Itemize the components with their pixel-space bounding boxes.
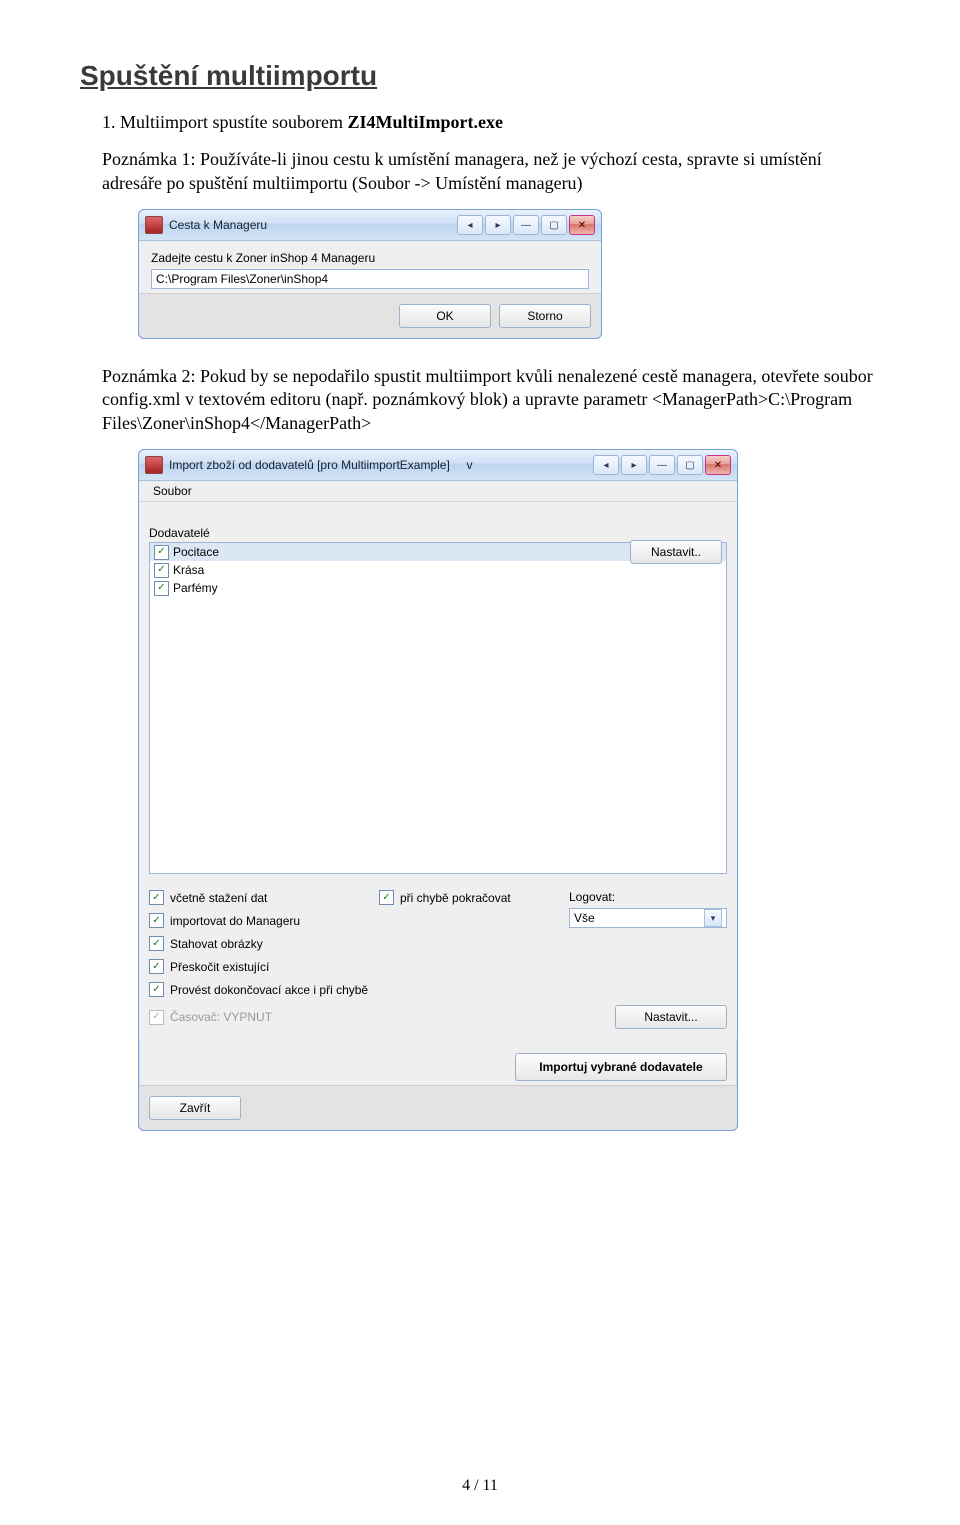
option-download-images[interactable]: Stahovat obrázky — [149, 936, 339, 951]
minimize-button[interactable]: — — [649, 455, 675, 475]
supplier-name: Parfémy — [173, 581, 722, 595]
window-title: Cesta k Manageru — [169, 218, 451, 232]
option-label: Stahovat obrázky — [170, 937, 263, 951]
dialog-import-goods: Import zboží od dodavatelů [pro Multiimp… — [138, 449, 738, 1131]
suppliers-listbox[interactable]: Pocitace Nastavit.. Krása Parfémy — [149, 542, 727, 874]
option-label: Provést dokončovací akce i při chybě — [170, 983, 368, 997]
list-item[interactable]: Pocitace Nastavit.. — [150, 543, 726, 561]
timer-configure-button[interactable]: Nastavit... — [615, 1005, 727, 1029]
list-item[interactable]: Krása — [150, 561, 726, 579]
select-value: Vše — [574, 911, 595, 925]
path-field-label: Zadejte cestu k Zoner inShop 4 Manageru — [151, 251, 589, 265]
supplier-name: Pocitace — [173, 545, 626, 559]
suppliers-label: Dodavatelé — [149, 526, 727, 540]
checkbox-icon[interactable] — [154, 581, 169, 596]
page-number: 4 / 11 — [0, 1477, 960, 1495]
app-icon — [145, 456, 163, 474]
prev-window-button[interactable]: ◂ — [593, 455, 619, 475]
checkbox-icon[interactable] — [149, 913, 164, 928]
option-timer: Časovač: VYPNUT — [149, 1010, 272, 1025]
chevron-down-icon: ▾ — [704, 909, 722, 927]
section-heading: Spuštění multiimportu — [80, 60, 880, 92]
list-item[interactable]: Parfémy — [150, 579, 726, 597]
cancel-button[interactable]: Storno — [499, 304, 591, 328]
checkbox-icon[interactable] — [149, 959, 164, 974]
menu-soubor[interactable]: Soubor — [145, 482, 200, 500]
checkbox-icon — [149, 1010, 164, 1025]
checkbox-icon[interactable] — [154, 545, 169, 560]
import-selected-button[interactable]: Importuj vybrané dodavatele — [515, 1053, 727, 1081]
ok-button[interactable]: OK — [399, 304, 491, 328]
note-1: Poznámka 1: Používáte-li jinou cestu k u… — [102, 148, 880, 195]
log-level-select[interactable]: Vše ▾ — [569, 908, 727, 928]
supplier-name: Krása — [173, 563, 722, 577]
next-window-button[interactable]: ▸ — [621, 455, 647, 475]
list-text-bold: ZI4MultiImport.exe — [348, 112, 503, 132]
dialog-path-to-manager: Cesta k Manageru ◂ ▸ — ▢ ✕ Zadejte cestu… — [138, 209, 602, 339]
titlebar: Import zboží od dodavatelů [pro Multiimp… — [139, 450, 737, 481]
prev-window-button[interactable]: ◂ — [457, 215, 483, 235]
list-text-prefix: Multiimport spustíte souborem — [120, 112, 348, 132]
checkbox-icon[interactable] — [154, 563, 169, 578]
window-title: Import zboží od dodavatelů [pro Multiimp… — [169, 458, 587, 472]
close-window-button[interactable]: ✕ — [705, 455, 731, 475]
configure-supplier-button[interactable]: Nastavit.. — [630, 540, 722, 564]
window-title-version: v — [466, 458, 472, 472]
numbered-list-item: 1. Multiimport spustíte souborem ZI4Mult… — [102, 110, 880, 134]
next-window-button[interactable]: ▸ — [485, 215, 511, 235]
checkbox-icon[interactable] — [379, 890, 394, 905]
menubar: Soubor — [139, 481, 737, 502]
checkbox-icon[interactable] — [149, 890, 164, 905]
app-icon — [145, 216, 163, 234]
window-title-text: Import zboží od dodavatelů [pro Multiimp… — [169, 458, 450, 472]
note-2: Poznámka 2: Pokud by se nepodařilo spust… — [102, 365, 880, 435]
log-label: Logovat: — [569, 890, 727, 904]
maximize-button[interactable]: ▢ — [677, 455, 703, 475]
path-input[interactable] — [151, 269, 589, 289]
option-label: při chybě pokračovat — [400, 891, 511, 905]
checkbox-icon[interactable] — [149, 982, 164, 997]
option-label: Časovač: VYPNUT — [170, 1010, 272, 1024]
minimize-button[interactable]: — — [513, 215, 539, 235]
option-label: Přeskočit existující — [170, 960, 269, 974]
option-skip-existing[interactable]: Přeskočit existující — [149, 959, 339, 974]
option-label: importovat do Manageru — [170, 914, 300, 928]
close-button[interactable]: Zavřít — [149, 1096, 241, 1120]
option-import-to-manager[interactable]: importovat do Manageru — [149, 913, 339, 928]
close-window-button[interactable]: ✕ — [569, 215, 595, 235]
option-continue-on-error[interactable]: při chybě pokračovat — [379, 890, 529, 905]
option-include-download[interactable]: včetně stažení dat — [149, 890, 339, 905]
option-label: včetně stažení dat — [170, 891, 267, 905]
titlebar: Cesta k Manageru ◂ ▸ — ▢ ✕ — [139, 210, 601, 241]
checkbox-icon[interactable] — [149, 936, 164, 951]
maximize-button[interactable]: ▢ — [541, 215, 567, 235]
list-number: 1. — [102, 112, 116, 132]
